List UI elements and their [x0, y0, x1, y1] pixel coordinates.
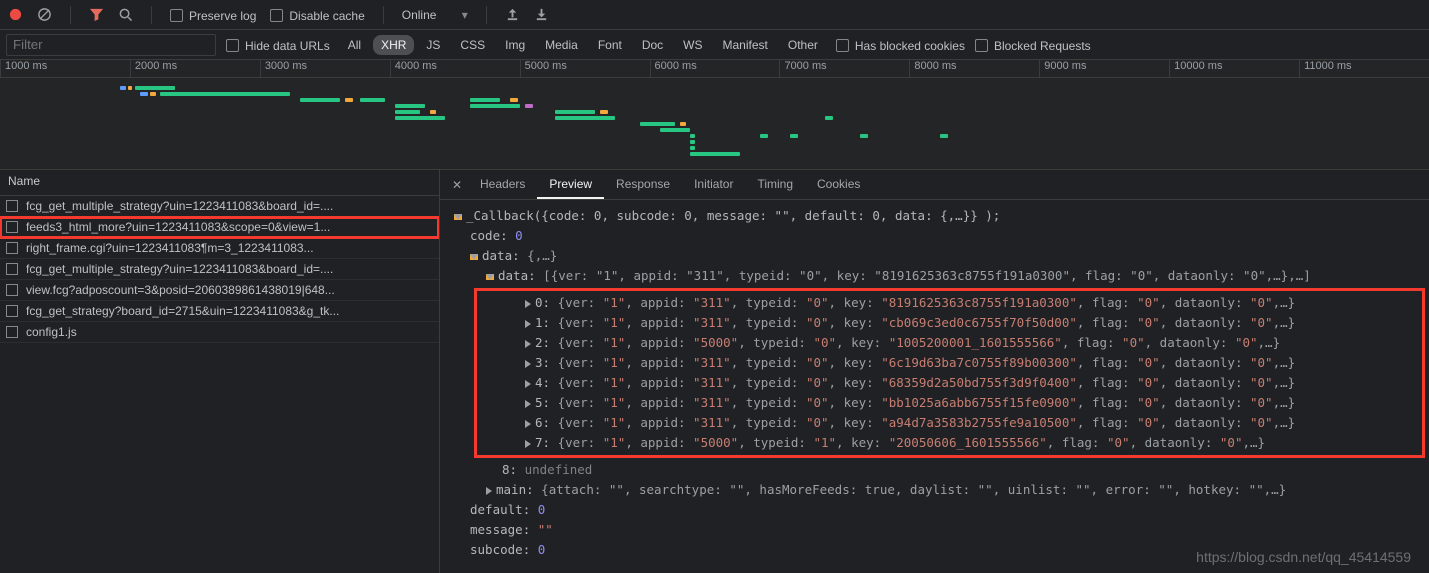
- filter-input[interactable]: [6, 34, 216, 56]
- data-item-row[interactable]: 5: {ver: "1", appid: "311", typeid: "0",…: [477, 393, 1422, 413]
- request-table-header[interactable]: Name: [0, 170, 439, 196]
- tab-timing[interactable]: Timing: [745, 170, 805, 199]
- download-icon[interactable]: [534, 7, 549, 22]
- file-icon: [6, 326, 18, 338]
- request-row[interactable]: fcg_get_strategy?board_id=2715&uin=12234…: [0, 301, 439, 322]
- timeline-tick: 2000 ms: [130, 60, 260, 77]
- data-item-row[interactable]: 0: {ver: "1", appid: "311", typeid: "0",…: [477, 293, 1422, 313]
- timeline-tick: 10000 ms: [1169, 60, 1299, 77]
- timeline-tick: 9000 ms: [1039, 60, 1169, 77]
- tab-headers[interactable]: Headers: [468, 170, 537, 199]
- request-list: fcg_get_multiple_strategy?uin=1223411083…: [0, 196, 439, 573]
- filter-icon[interactable]: [89, 7, 104, 22]
- hide-data-urls-checkbox[interactable]: Hide data URLs: [226, 37, 330, 53]
- data-item-row[interactable]: 7: {ver: "1", appid: "5000", typeid: "1"…: [477, 433, 1422, 453]
- filter-media[interactable]: Media: [537, 35, 586, 55]
- throttle-select[interactable]: Online ▾: [402, 8, 468, 22]
- timeline-tick: 5000 ms: [520, 60, 650, 77]
- tab-initiator[interactable]: Initiator: [682, 170, 745, 199]
- tab-preview[interactable]: Preview: [537, 170, 604, 199]
- data-item-row[interactable]: 4: {ver: "1", appid: "311", typeid: "0",…: [477, 373, 1422, 393]
- timeline-overview[interactable]: 1000 ms2000 ms3000 ms4000 ms5000 ms6000 …: [0, 60, 1429, 170]
- filter-font[interactable]: Font: [590, 35, 630, 55]
- callback-root[interactable]: _Callback({code: 0, subcode: 0, message:…: [466, 208, 1000, 223]
- upload-icon[interactable]: [505, 7, 520, 22]
- has-blocked-cookies-checkbox[interactable]: Has blocked cookies: [836, 37, 965, 53]
- detail-tabs: ✕ HeadersPreviewResponseInitiatorTimingC…: [440, 170, 1429, 200]
- filter-css[interactable]: CSS: [452, 35, 493, 55]
- request-row[interactable]: fcg_get_multiple_strategy?uin=1223411083…: [0, 196, 439, 217]
- caret-right-icon[interactable]: [525, 380, 531, 388]
- caret-right-icon[interactable]: [525, 420, 531, 428]
- request-pane: Name fcg_get_multiple_strategy?uin=12234…: [0, 170, 440, 573]
- timeline-tick: 1000 ms: [0, 60, 130, 77]
- tab-cookies[interactable]: Cookies: [805, 170, 872, 199]
- timeline-tick: 8000 ms: [909, 60, 1039, 77]
- caret-right-icon[interactable]: [525, 440, 531, 448]
- type-filters: AllXHRJSCSSImgMediaFontDocWSManifestOthe…: [340, 35, 826, 55]
- filter-bar: Hide data URLs AllXHRJSCSSImgMediaFontDo…: [0, 30, 1429, 60]
- request-row[interactable]: right_frame.cgi?uin=1223411083¶m=3_12234…: [0, 238, 439, 259]
- content-area: Name fcg_get_multiple_strategy?uin=12234…: [0, 170, 1429, 573]
- timeline-tick: 7000 ms: [779, 60, 909, 77]
- separator: [383, 6, 384, 24]
- filter-manifest[interactable]: Manifest: [715, 35, 776, 55]
- file-icon: [6, 242, 18, 254]
- filter-ws[interactable]: WS: [675, 35, 710, 55]
- filter-js[interactable]: JS: [418, 35, 448, 55]
- caret-right-icon[interactable]: [525, 300, 531, 308]
- filter-other[interactable]: Other: [780, 35, 826, 55]
- file-icon: [6, 200, 18, 212]
- caret-right-icon[interactable]: [525, 320, 531, 328]
- filter-all[interactable]: All: [340, 35, 369, 55]
- caret-down-icon[interactable]: [470, 254, 478, 260]
- details-pane: ✕ HeadersPreviewResponseInitiatorTimingC…: [440, 170, 1429, 573]
- file-icon: [6, 221, 18, 233]
- request-row[interactable]: config1.js: [0, 322, 439, 343]
- timeline-tick: 6000 ms: [650, 60, 780, 77]
- preserve-log-checkbox[interactable]: Preserve log: [170, 7, 256, 23]
- close-icon[interactable]: ✕: [446, 170, 468, 199]
- timeline-tick: 3000 ms: [260, 60, 390, 77]
- timeline-tick: 11000 ms: [1299, 60, 1429, 77]
- record-icon[interactable]: [8, 7, 23, 22]
- caret-right-icon[interactable]: [525, 360, 531, 368]
- filter-xhr[interactable]: XHR: [373, 35, 414, 55]
- request-row[interactable]: feeds3_html_more?uin=1223411083&scope=0&…: [0, 217, 439, 238]
- file-icon: [6, 305, 18, 317]
- timeline-tick: 4000 ms: [390, 60, 520, 77]
- caret-down-icon[interactable]: [454, 214, 462, 220]
- data-item-row[interactable]: 2: {ver: "1", appid: "5000", typeid: "0"…: [477, 333, 1422, 353]
- caret-down-icon[interactable]: [486, 274, 494, 280]
- request-row[interactable]: view.fcg?adposcount=3&posid=206038986143…: [0, 280, 439, 301]
- clear-icon[interactable]: [37, 7, 52, 22]
- data-item-row[interactable]: 1: {ver: "1", appid: "311", typeid: "0",…: [477, 313, 1422, 333]
- search-icon[interactable]: [118, 7, 133, 22]
- caret-right-icon[interactable]: [486, 487, 492, 495]
- watermark: https://blog.csdn.net/qq_45414559: [1196, 547, 1411, 567]
- data-item-row[interactable]: 3: {ver: "1", appid: "311", typeid: "0",…: [477, 353, 1422, 373]
- caret-right-icon[interactable]: [525, 400, 531, 408]
- file-icon: [6, 263, 18, 275]
- filter-doc[interactable]: Doc: [634, 35, 671, 55]
- disable-cache-checkbox[interactable]: Disable cache: [270, 7, 364, 23]
- data-item-row[interactable]: 6: {ver: "1", appid: "311", typeid: "0",…: [477, 413, 1422, 433]
- file-icon: [6, 284, 18, 296]
- separator: [151, 6, 152, 24]
- preview-panel[interactable]: _Callback({code: 0, subcode: 0, message:…: [440, 200, 1429, 573]
- tab-response[interactable]: Response: [604, 170, 682, 199]
- caret-right-icon[interactable]: [525, 340, 531, 348]
- separator: [70, 6, 71, 24]
- separator: [486, 6, 487, 24]
- filter-img[interactable]: Img: [497, 35, 533, 55]
- request-row[interactable]: fcg_get_multiple_strategy?uin=1223411083…: [0, 259, 439, 280]
- data-items-highlight: 0: {ver: "1", appid: "311", typeid: "0",…: [474, 288, 1425, 458]
- blocked-requests-checkbox[interactable]: Blocked Requests: [975, 37, 1091, 53]
- network-toolbar: Preserve log Disable cache Online ▾: [0, 0, 1429, 30]
